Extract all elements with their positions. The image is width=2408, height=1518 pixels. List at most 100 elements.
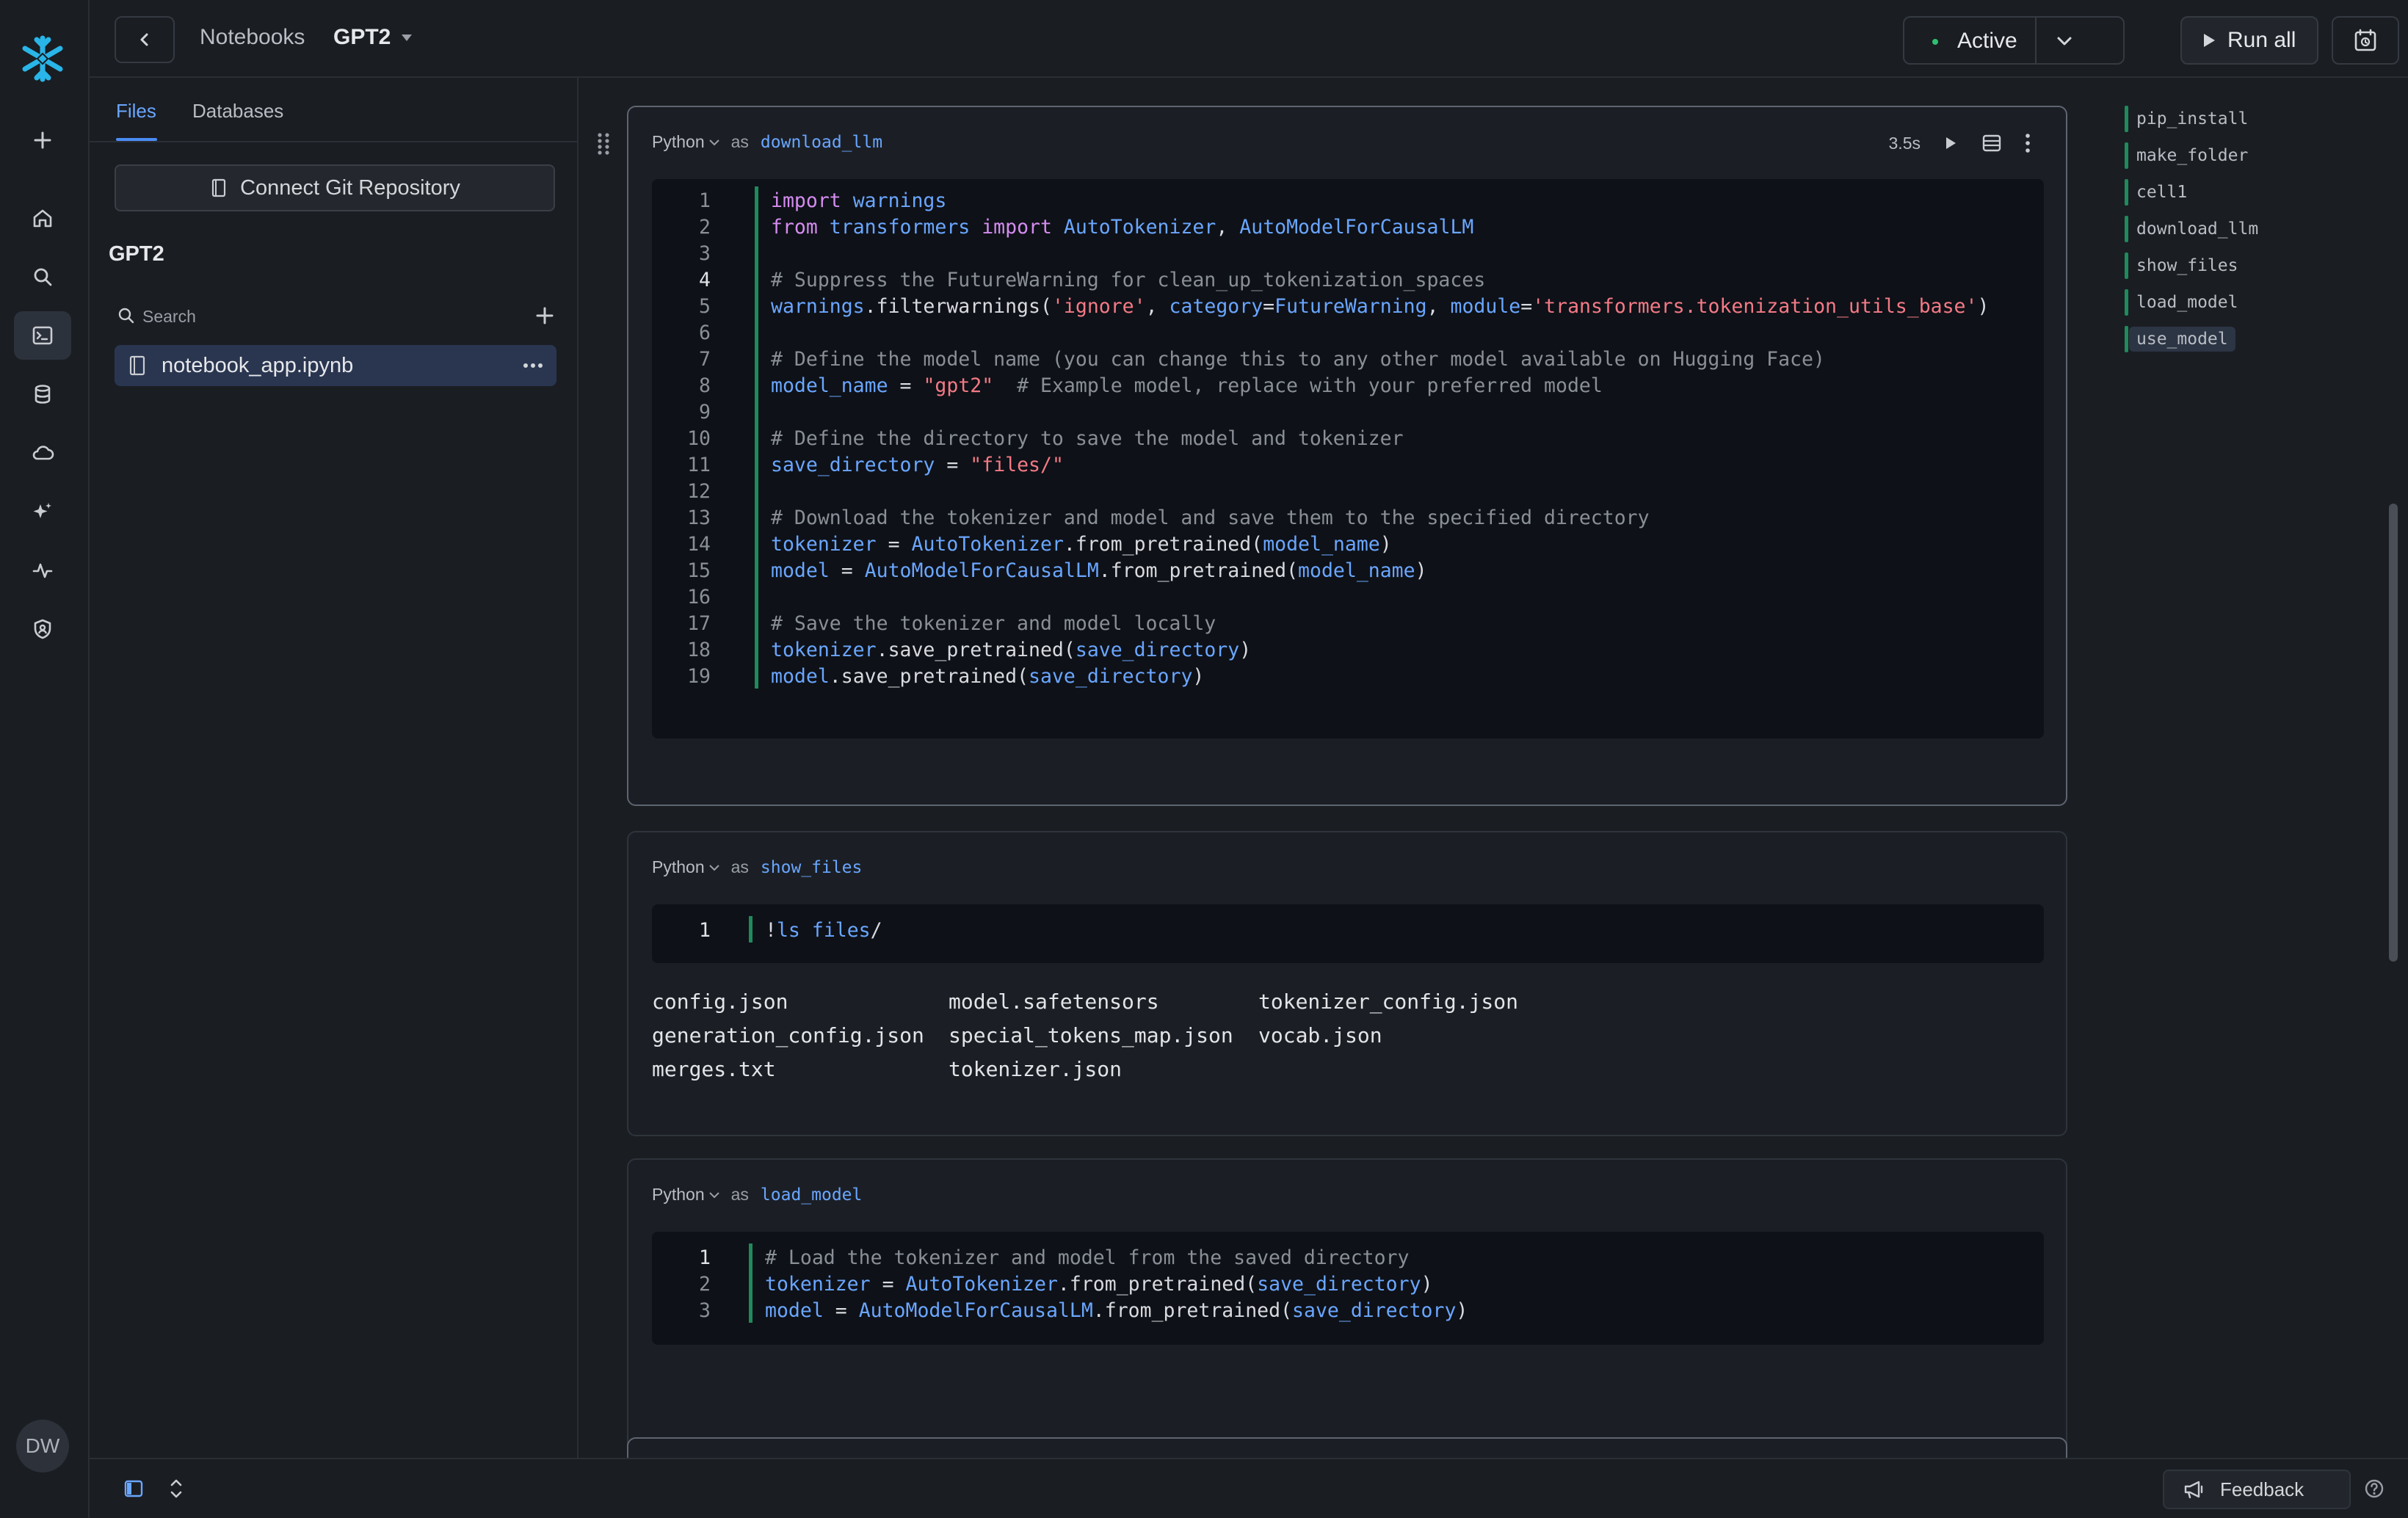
- code-cell-next[interactable]: [627, 1437, 2067, 1458]
- outline-item-pip-install[interactable]: pip_install: [2114, 103, 2364, 135]
- line-number: 1: [699, 189, 711, 212]
- breadcrumb-notebooks[interactable]: Notebooks: [200, 25, 305, 50]
- code-editor[interactable]: 1 import warnings 2 from transformers impor…: [652, 179, 2044, 738]
- megaphone-icon: [2184, 1481, 2203, 1499]
- outline-item-label: cell1: [2136, 183, 2188, 202]
- chevron-down-icon[interactable]: [708, 137, 721, 148]
- code-text: tokenizer = AutoTokenizer.from_pretraine…: [765, 1273, 1433, 1296]
- cell-duration: 3.5s: [1888, 133, 1921, 153]
- code-line[interactable]: 8 model_name = "gpt2" # Example model, re…: [652, 374, 2044, 401]
- tab-databases[interactable]: Databases: [192, 100, 283, 123]
- code-line[interactable]: 7 # Define the model name (you can change…: [652, 348, 2044, 374]
- data-database-icon[interactable]: [14, 370, 71, 418]
- search-rail-icon[interactable]: [14, 253, 71, 301]
- code-text: import warnings: [771, 189, 947, 212]
- code-line[interactable]: 9: [652, 401, 2044, 427]
- code-text: !ls files/: [765, 919, 882, 942]
- status-label[interactable]: Active: [1957, 29, 2017, 54]
- user-avatar[interactable]: DW: [16, 1420, 69, 1472]
- file-item-notebook[interactable]: notebook_app.ipynb: [115, 345, 556, 386]
- code-editor[interactable]: 1 # Load the tokenizer and model from the…: [652, 1232, 2044, 1345]
- code-line[interactable]: 10 # Define the directory to save the mod…: [652, 427, 2044, 454]
- snowflake-logo-icon[interactable]: [16, 32, 69, 85]
- code-line[interactable]: 1 import warnings: [652, 189, 2044, 216]
- outline-item-make-folder[interactable]: make_folder: [2114, 139, 2364, 172]
- code-line[interactable]: 17 # Save the tokenizer and model locally: [652, 612, 2044, 639]
- code-line[interactable]: 11 save_directory = "files/": [652, 454, 2044, 480]
- ai-sparkle-icon[interactable]: [14, 487, 71, 536]
- code-text: tokenizer.save_pretrained(save_directory…: [771, 639, 1252, 661]
- line-number: 2: [699, 1273, 711, 1296]
- code-cell-download-llm[interactable]: Python as download_llm 3.5s 1 import warn…: [627, 106, 2067, 806]
- chevron-down-icon[interactable]: [2051, 28, 2078, 54]
- chevron-left-icon: [140, 33, 148, 46]
- code-line[interactable]: 14 tokenizer = AutoTokenizer.from_pretrai…: [652, 533, 2044, 559]
- code-line[interactable]: 3 model = AutoModelForCausalLM.from_pretr…: [652, 1299, 2044, 1326]
- play-icon: [2204, 34, 2215, 47]
- outline-item-load-model[interactable]: load_model: [2114, 286, 2364, 319]
- home-icon[interactable]: [14, 194, 71, 242]
- code-cell-show-files[interactable]: Python as show_files 1 !ls files/ config.…: [627, 831, 2067, 1136]
- expand-collapse-icon[interactable]: [166, 1475, 186, 1502]
- code-line[interactable]: 15 model = AutoModelForCausalLM.from_pret…: [652, 559, 2044, 586]
- schedule-button[interactable]: [2332, 16, 2399, 65]
- code-line[interactable]: 13 # Download the tokenizer and model and…: [652, 506, 2044, 533]
- bottom-bar: Feedback: [90, 1458, 2408, 1518]
- code-cell-load-model[interactable]: Python as load_model 1 # Load the tokeniz…: [627, 1158, 2067, 1458]
- code-text: model.save_pretrained(save_directory): [771, 665, 1205, 688]
- code-line[interactable]: 1 # Load the tokenizer and model from the…: [652, 1246, 2044, 1273]
- projects-terminal-icon[interactable]: [14, 311, 71, 360]
- run-cell-play-icon[interactable]: [1943, 134, 1959, 152]
- code-line[interactable]: 2 tokenizer = AutoTokenizer.from_pretrain…: [652, 1273, 2044, 1299]
- run-all-button[interactable]: Run all: [2180, 16, 2318, 65]
- outline-item-use-model[interactable]: use_model: [2114, 323, 2364, 355]
- cell-layout-icon[interactable]: [1981, 132, 2003, 154]
- caret-down-icon[interactable]: [399, 32, 414, 43]
- line-number: 4: [699, 269, 711, 291]
- code-line[interactable]: 4 # Suppress the FutureWarning for clean_…: [652, 269, 2044, 295]
- cell-name[interactable]: download_llm: [761, 133, 882, 152]
- back-button[interactable]: [115, 16, 175, 63]
- create-plus-icon[interactable]: [14, 116, 71, 164]
- code-line[interactable]: 16: [652, 586, 2044, 612]
- add-file-icon[interactable]: [532, 302, 558, 329]
- code-line[interactable]: 3: [652, 242, 2044, 269]
- file-search-input[interactable]: [142, 302, 465, 330]
- code-line[interactable]: 18 tokenizer.save_pretrained(save_directo…: [652, 639, 2044, 665]
- sidebar-toggle-icon[interactable]: [122, 1477, 145, 1500]
- cell-language[interactable]: Python: [652, 1185, 705, 1205]
- outline-item-label: show_files: [2136, 256, 2238, 275]
- cell-name[interactable]: show_files: [761, 858, 862, 877]
- scrollbar-thumb[interactable]: [2389, 504, 2398, 962]
- session-status-control[interactable]: Active: [1903, 16, 2125, 65]
- line-number: 10: [687, 427, 711, 450]
- tab-files[interactable]: Files: [116, 100, 156, 123]
- code-line[interactable]: 5 warnings.filterwarnings('ignore', categ…: [652, 295, 2044, 322]
- connect-git-repository-button[interactable]: Connect Git Repository: [115, 164, 555, 211]
- code-line[interactable]: 6: [652, 322, 2044, 348]
- cell-language[interactable]: Python: [652, 132, 705, 152]
- feedback-button[interactable]: Feedback: [2163, 1470, 2351, 1509]
- chevron-down-icon[interactable]: [708, 1190, 721, 1200]
- notebook-title[interactable]: GPT2: [333, 25, 391, 50]
- outline-item-show-files[interactable]: show_files: [2114, 250, 2364, 282]
- help-icon[interactable]: [2362, 1477, 2386, 1500]
- code-editor[interactable]: 1 !ls files/: [652, 904, 2044, 963]
- chevron-down-icon[interactable]: [708, 862, 721, 873]
- code-line[interactable]: 19 model.save_pretrained(save_directory): [652, 665, 2044, 691]
- code-line[interactable]: 12: [652, 480, 2044, 506]
- monitoring-activity-icon[interactable]: [14, 546, 71, 595]
- cell-name[interactable]: load_model: [761, 1185, 862, 1205]
- cell-more-icon[interactable]: [2025, 132, 2031, 154]
- drag-handle-icon[interactable]: [595, 131, 612, 156]
- code-line[interactable]: 2 from transformers import AutoTokenizer,…: [652, 216, 2044, 242]
- outline-item-download-llm[interactable]: download_llm: [2114, 213, 2364, 245]
- governance-shield-icon[interactable]: [14, 605, 71, 653]
- code-text: warnings.filterwarnings('ignore', catego…: [771, 295, 1990, 318]
- cloud-icon[interactable]: [14, 429, 71, 477]
- outline-item-cell1[interactable]: cell1: [2114, 176, 2364, 208]
- code-line[interactable]: 1 !ls files/: [652, 919, 2044, 945]
- code-text: # Suppress the FutureWarning for clean_u…: [771, 269, 1486, 291]
- file-more-icon[interactable]: [521, 355, 545, 377]
- cell-language[interactable]: Python: [652, 857, 705, 877]
